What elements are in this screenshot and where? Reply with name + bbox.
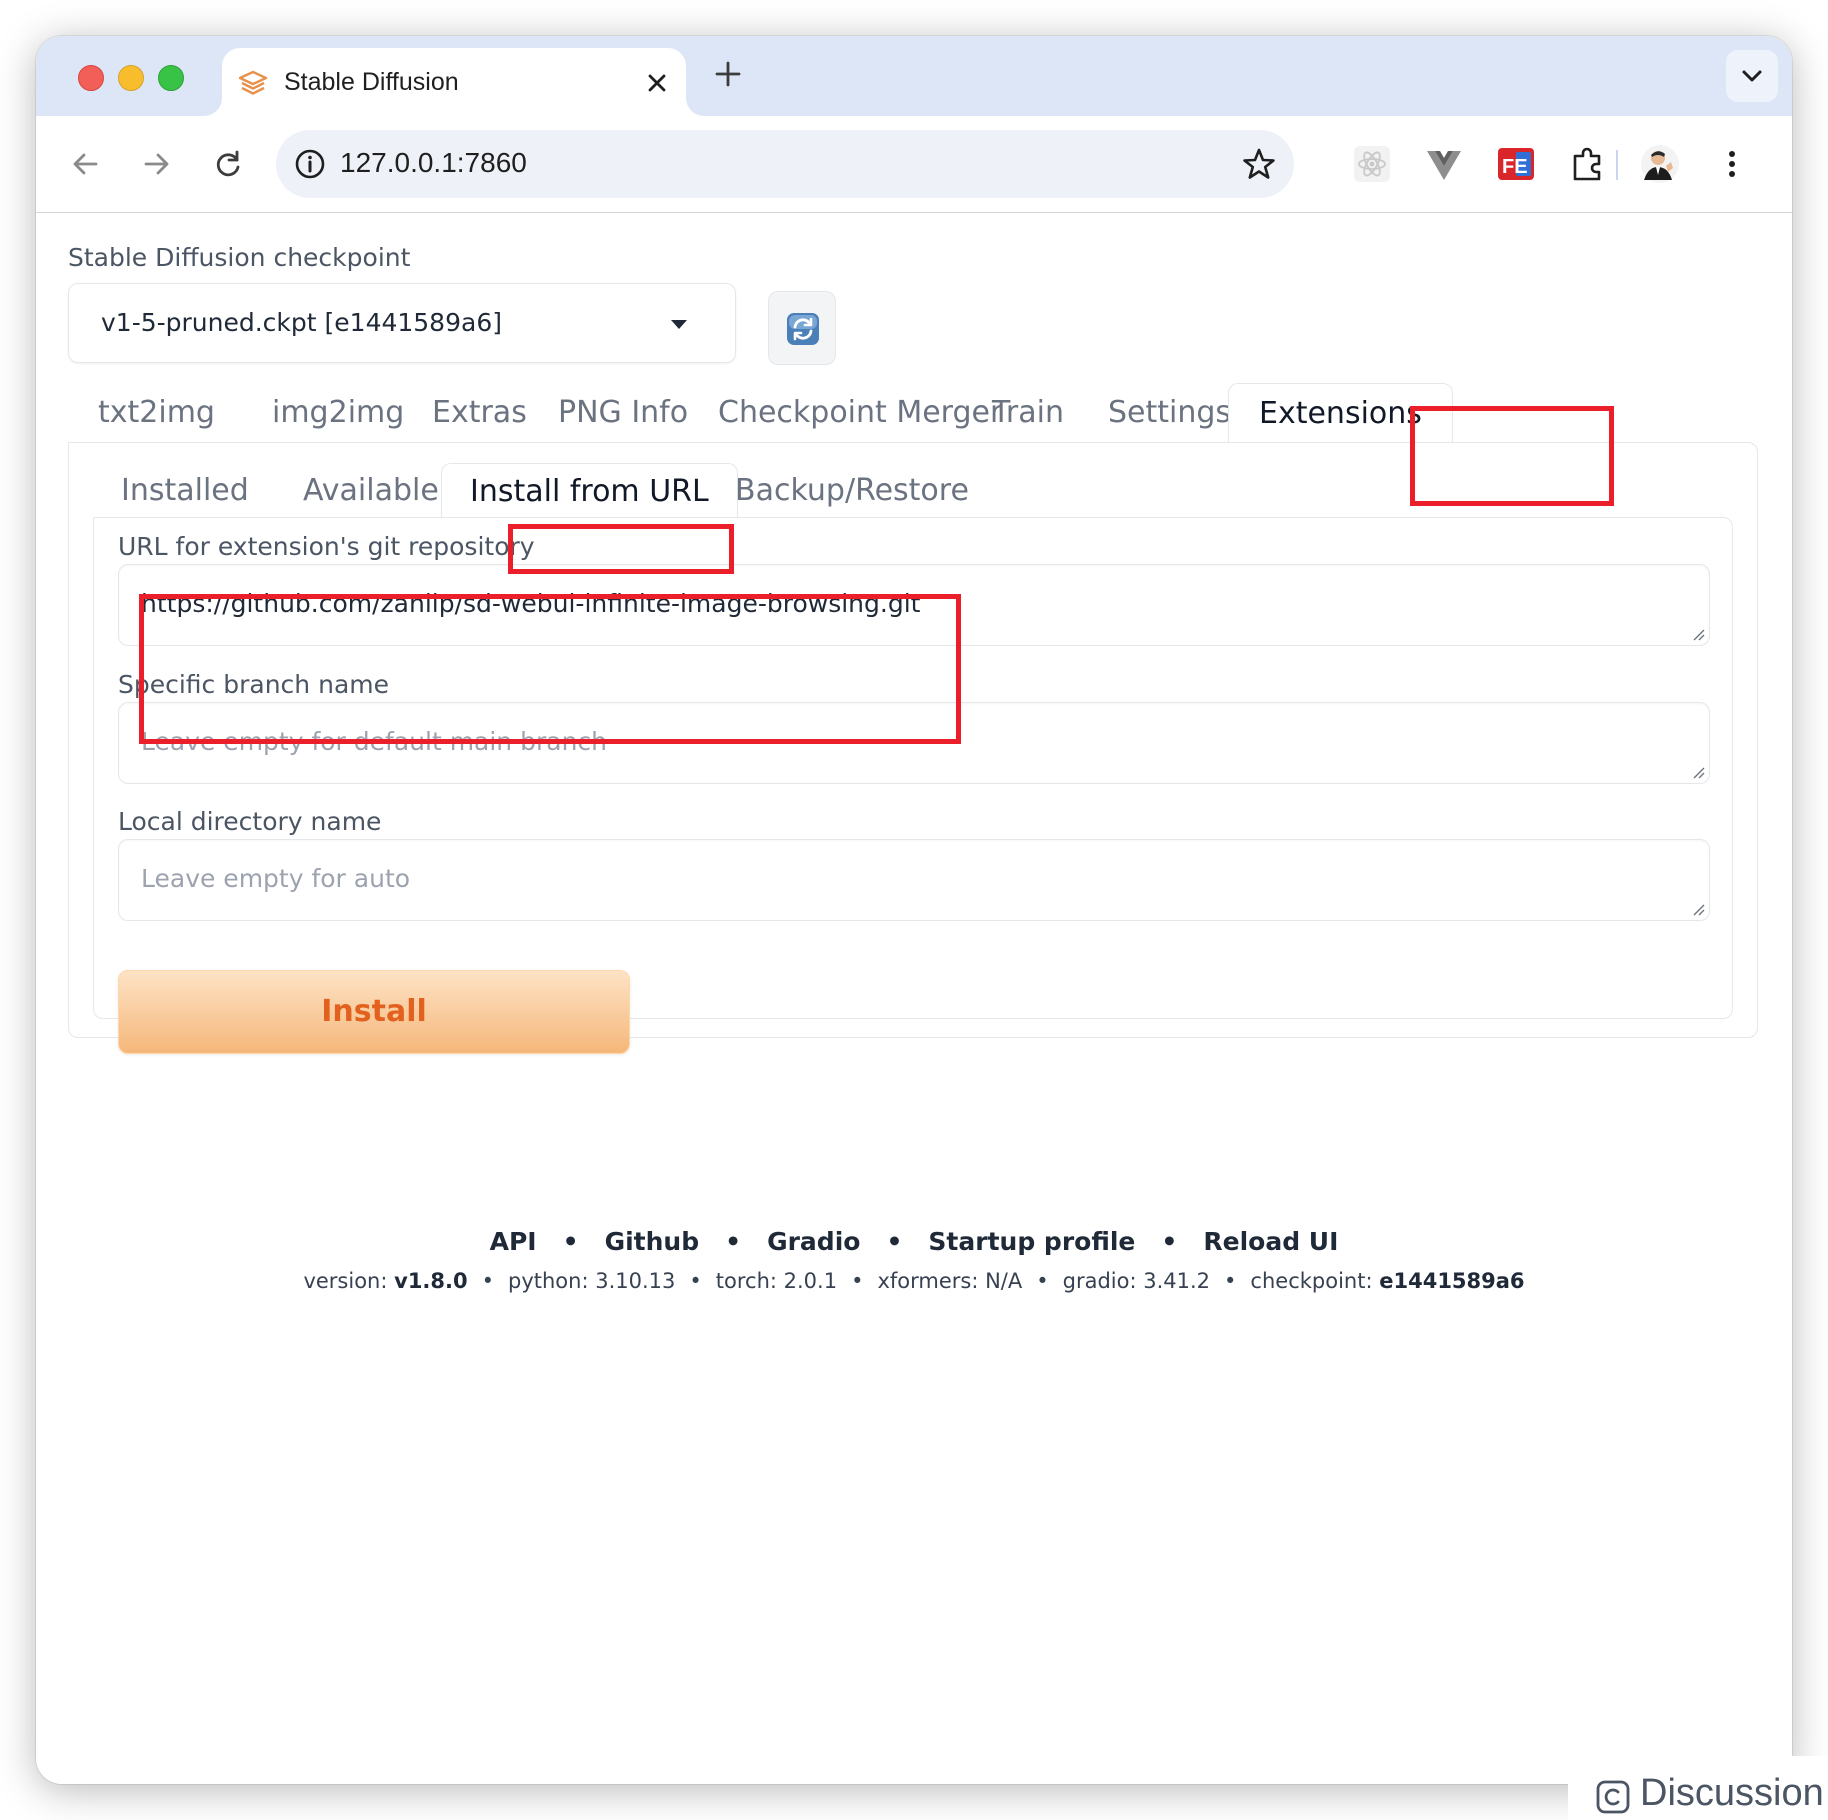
subtab-installed[interactable]: Installed (121, 463, 249, 519)
tab-extras[interactable]: Extras (432, 383, 527, 443)
discussion-label: Discussion (1640, 1772, 1824, 1814)
resize-handle-icon[interactable] (1691, 765, 1705, 779)
annotation-highlight-install-from-url (508, 524, 734, 574)
directory-field-label: Local directory name (118, 807, 382, 836)
footer-separator: • (886, 1227, 903, 1256)
resize-handle-icon[interactable] (1691, 902, 1705, 916)
browser-menu-icon[interactable] (1710, 142, 1754, 186)
tab-checkpoint-merger[interactable]: Checkpoint Merger (718, 383, 1002, 443)
footer-link-api[interactable]: API (490, 1227, 537, 1256)
footer-separator: • (851, 1269, 864, 1293)
install-from-url-panel: URL for extension's git repository https… (93, 517, 1733, 1054)
footer-link-gradio[interactable]: Gradio (767, 1227, 860, 1256)
footer-separator: • (1224, 1269, 1237, 1293)
browser-tab-stable-diffusion[interactable]: Stable Diffusion (222, 48, 686, 116)
torch-version: torch: 2.0.1 (715, 1269, 838, 1293)
stack-layers-icon (238, 70, 268, 95)
back-arrow-icon[interactable] (62, 140, 110, 188)
footer-link-startup-profile[interactable]: Startup profile (928, 1227, 1135, 1256)
checkpoint-hash: e1441589a6 (1379, 1269, 1525, 1293)
python-version: python: 3.10.13 (508, 1269, 676, 1293)
checkpoint-info-label: checkpoint: (1250, 1269, 1373, 1293)
tab-settings[interactable]: Settings (1108, 383, 1231, 443)
tab-train[interactable]: Train (992, 383, 1064, 443)
xformers-version: xformers: N/A (877, 1269, 1023, 1293)
footer-separator: • (481, 1269, 494, 1293)
footer-links: API • Github • Gradio • Startup profile • Reload… (36, 1227, 1792, 1256)
close-tab-icon[interactable] (642, 68, 672, 98)
discussion-widget[interactable]: Discussion (1568, 1756, 1828, 1820)
install-button[interactable]: Install (118, 970, 630, 1054)
url-text: 127.0.0.1:7860 (340, 147, 527, 178)
checkpoint-value: v1-5-pruned.ckpt [e1441589a6] (101, 308, 502, 337)
tab-search-button[interactable] (1726, 50, 1778, 102)
chevron-down-icon (1742, 70, 1762, 82)
tab-img2img[interactable]: img2img (272, 383, 404, 443)
tab-strip: Stable Diffusion (36, 36, 1792, 116)
new-tab-plus-icon[interactable] (710, 56, 746, 92)
tab-title: Stable Diffusion (284, 68, 459, 96)
svg-text:FE: FE (1502, 156, 1528, 178)
forward-arrow-icon[interactable] (132, 140, 180, 188)
footer-version-info: version: v1.8.0 • python: 3.10.13 • torch: 2… (36, 1269, 1792, 1293)
subtab-available[interactable]: Available (303, 463, 439, 519)
directory-placeholder: Leave empty for auto (141, 864, 411, 893)
browser-toolbar: 127.0.0.1:7860 FE (36, 116, 1792, 213)
refresh-checkpoints-button[interactable] (768, 291, 836, 365)
footer-separator: • (1036, 1269, 1049, 1293)
maximize-window-button[interactable] (158, 65, 184, 91)
refresh-icon (787, 313, 819, 345)
footer-link-github[interactable]: Github (605, 1227, 700, 1256)
tab-png-info[interactable]: PNG Info (558, 383, 688, 443)
resize-handle-icon[interactable] (1691, 627, 1705, 641)
close-window-button[interactable] (78, 65, 104, 91)
footer-separator: • (725, 1227, 742, 1256)
address-bar[interactable]: 127.0.0.1:7860 (276, 130, 1294, 198)
vue-devtools-icon[interactable] (1422, 142, 1466, 186)
toolbar-divider (1616, 150, 1618, 180)
subtab-backup-restore[interactable]: Backup/Restore (735, 463, 969, 519)
gradio-version: gradio: 3.41.2 (1062, 1269, 1211, 1293)
fe-helper-icon[interactable]: FE (1494, 142, 1538, 186)
checkpoint-dropdown[interactable]: v1-5-pruned.ckpt [e1441589a6] (68, 283, 736, 363)
page-content: Stable Diffusion checkpoint v1-5-pruned.… (36, 213, 1792, 1784)
discussion-bubble-icon (1596, 1780, 1630, 1814)
version-label: version: (303, 1269, 388, 1293)
directory-name-input[interactable]: Leave empty for auto (118, 839, 1710, 921)
footer-link-reload-ui[interactable]: Reload UI (1203, 1227, 1338, 1256)
profile-avatar[interactable] (1638, 142, 1682, 186)
reload-icon[interactable] (204, 140, 252, 188)
footer-separator: • (1161, 1227, 1178, 1256)
annotation-highlight-url-field (139, 594, 961, 744)
extensions-puzzle-icon[interactable] (1566, 142, 1610, 186)
annotation-highlight-extensions (1410, 406, 1614, 506)
url-field-label: URL for extension's git repository (118, 532, 535, 561)
footer-separator: • (689, 1269, 702, 1293)
site-info-icon[interactable] (292, 146, 328, 182)
bookmark-star-icon[interactable] (1240, 145, 1278, 183)
caret-down-icon (671, 320, 687, 329)
footer-separator: • (562, 1227, 579, 1256)
subtab-install-from-url[interactable]: Install from URL (441, 463, 738, 522)
react-devtools-icon[interactable] (1350, 142, 1394, 186)
browser-window: Stable Diffusion 127.0.0.1:7860 FE Stabl… (36, 36, 1792, 1784)
minimize-window-button[interactable] (118, 65, 144, 91)
version-value: v1.8.0 (394, 1269, 468, 1293)
tab-txt2img[interactable]: txt2img (98, 383, 215, 443)
checkpoint-label: Stable Diffusion checkpoint (68, 243, 411, 272)
